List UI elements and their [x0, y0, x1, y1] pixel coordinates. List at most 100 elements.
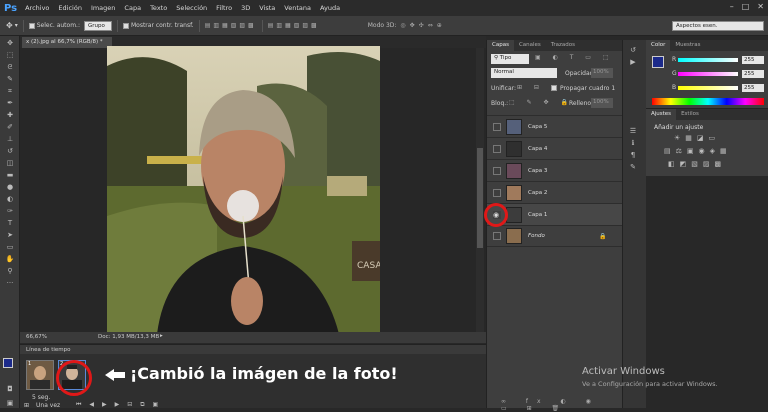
visibility-toggle[interactable] [493, 122, 501, 131]
tab-color[interactable]: Color [646, 40, 671, 51]
tab-trazados[interactable]: Trazados [546, 40, 580, 51]
move-tool-icon[interactable]: ✥ [4, 39, 16, 48]
tab-ajustes[interactable]: Ajustes [646, 109, 677, 120]
quick-mask-icon[interactable]: ◘ [4, 385, 16, 394]
menu-seleccion[interactable]: Selección [176, 4, 207, 12]
paragraph-panel-icon[interactable]: ¶ [627, 151, 639, 160]
tab-muestras[interactable]: Muestras [670, 40, 705, 51]
move-tool-icon[interactable]: ✥ [6, 21, 13, 30]
gradient-tool-icon[interactable]: ▬ [4, 171, 16, 180]
timeline-frame[interactable]: 1 [26, 360, 54, 390]
layer-name[interactable]: Capa 3 [528, 168, 547, 174]
actions-panel-icon[interactable]: ▶ [627, 58, 639, 67]
kind-filter-dropdown[interactable]: ⚲ Tipo [491, 54, 529, 64]
lock-icons[interactable]: ⬚ ✎ ✥ 🔒 [509, 99, 573, 106]
b-value[interactable]: 255 [742, 84, 764, 92]
document-photo[interactable]: CASA [107, 46, 380, 334]
clone-stamp-icon[interactable]: ⊥ [4, 135, 16, 144]
info-panel-icon[interactable]: ℹ [627, 139, 639, 148]
blur-tool-icon[interactable]: ● [4, 183, 16, 192]
opacity-input[interactable]: 100% [591, 68, 613, 78]
layer-row[interactable]: Fondo 🔒 [487, 225, 623, 247]
menu-3d[interactable]: 3D [241, 4, 250, 12]
layer-row[interactable]: Capa 5 [487, 115, 623, 137]
menu-texto[interactable]: Texto [150, 4, 167, 12]
layer-name[interactable]: Capa 4 [528, 146, 547, 152]
marquee-tool-icon[interactable]: ⬚ [4, 51, 16, 60]
3d-mode-icons[interactable]: ◎✥✣⇔⊕ [400, 22, 445, 29]
zoom-tool-icon[interactable]: ⚲ [4, 267, 16, 276]
visibility-toggle[interactable] [493, 232, 501, 240]
shape-tool-icon[interactable]: ▭ [4, 243, 16, 252]
type-tool-icon[interactable]: T [4, 219, 16, 228]
minimize-icon[interactable]: – [730, 2, 734, 11]
more-tools-icon[interactable]: ··· [4, 279, 16, 288]
history-panel-icon[interactable]: ↺ [627, 46, 639, 55]
menu-edicion[interactable]: Edición [58, 4, 82, 12]
tool-presets-icon[interactable]: ✎ [627, 163, 639, 172]
menu-capa[interactable]: Capa [124, 4, 141, 12]
path-select-icon[interactable]: ➤ [4, 231, 16, 240]
layer-row[interactable]: Capa 2 [487, 181, 623, 203]
adjustment-icons-row1[interactable]: ☀▦◪▭ [674, 134, 720, 142]
workspace-dropdown[interactable]: Aspectos esen. [672, 20, 764, 31]
b-slider[interactable] [678, 86, 738, 90]
tool-preset-chevron-icon[interactable]: ▾ [15, 22, 18, 29]
timeline-title[interactable]: Línea de tiempo [26, 347, 71, 353]
color-ramp[interactable] [652, 98, 764, 105]
show-transform-checkbox[interactable] [122, 22, 129, 29]
layer-filter-icons[interactable]: ▣ ◐ T ▭ ⬚ [535, 54, 614, 61]
menu-archivo[interactable]: Archivo [25, 4, 49, 12]
g-value[interactable]: 255 [742, 70, 764, 78]
layer-name[interactable]: Capa 5 [528, 124, 547, 130]
history-brush-icon[interactable]: ↺ [4, 147, 16, 156]
visibility-toggle[interactable] [493, 188, 501, 197]
layer-name[interactable]: Capa 1 [528, 212, 547, 218]
layer-name[interactable]: Fondo [528, 233, 545, 239]
menu-ayuda[interactable]: Ayuda [320, 4, 340, 12]
foreground-color-swatch[interactable] [3, 358, 13, 368]
fill-input[interactable]: 100% [591, 98, 613, 108]
maximize-icon[interactable]: □ [742, 2, 750, 11]
visibility-toggle[interactable] [493, 166, 501, 175]
scrollbar-thumb[interactable] [477, 148, 483, 248]
layer-name[interactable]: Capa 2 [528, 190, 547, 196]
doc-info-arrow-icon[interactable]: ▸ [160, 333, 163, 339]
adjustment-icons-row3[interactable]: ◧◩▧▨▩ [668, 160, 726, 168]
quick-select-icon[interactable]: ✎ [4, 75, 16, 84]
menu-filtro[interactable]: Filtro [216, 4, 232, 12]
screen-mode-icon[interactable]: ▣ [4, 399, 16, 408]
canvas-vertical-scrollbar[interactable] [476, 48, 484, 332]
properties-panel-icon[interactable]: ☰ [627, 127, 639, 136]
dodge-tool-icon[interactable]: ◐ [4, 195, 16, 204]
propagate-checkbox[interactable] [551, 85, 557, 91]
close-icon[interactable]: ✕ [757, 2, 764, 11]
distribute-icons[interactable]: ▤▥▦▧▨▩ [268, 22, 320, 29]
layer-row[interactable]: Capa 4 [487, 137, 623, 159]
pen-tool-icon[interactable]: ✑ [4, 207, 16, 216]
eyedropper-icon[interactable]: ✒ [4, 99, 16, 108]
eraser-icon[interactable]: ◫ [4, 159, 16, 168]
menu-ventana[interactable]: Ventana [284, 4, 311, 12]
menu-imagen[interactable]: Imagen [91, 4, 115, 12]
tab-capas[interactable]: Capas [487, 40, 514, 51]
r-slider[interactable] [678, 58, 738, 62]
zoom-level[interactable]: 66,67% [26, 334, 47, 340]
foreground-swatch[interactable] [652, 56, 664, 68]
document-tab[interactable]: x (2).jpg al 66,7% (RGB/8) * [22, 37, 112, 48]
blend-mode-dropdown[interactable]: Normal [491, 68, 557, 78]
r-value[interactable]: 255 [742, 56, 764, 64]
auto-select-checkbox[interactable] [28, 22, 35, 29]
crop-tool-icon[interactable]: ⌗ [4, 87, 16, 96]
healing-brush-icon[interactable]: ✚ [4, 111, 16, 120]
layer-row[interactable]: Capa 3 [487, 159, 623, 181]
tab-estilos[interactable]: Estilos [676, 109, 704, 120]
align-icons[interactable]: ▤▥▦▧▨▩ [205, 22, 257, 29]
g-slider[interactable] [678, 72, 738, 76]
layers-bottom-icons[interactable]: ∞ fx ◐ ◉ ▭ ⊞ 🗑 [501, 398, 622, 412]
visibility-toggle[interactable] [493, 144, 501, 153]
lasso-tool-icon[interactable]: ᘓ [4, 63, 16, 72]
group-dropdown[interactable]: Grupo [83, 20, 112, 31]
adjustment-icons-row2[interactable]: ▤⚖▣◉◈▦ [664, 147, 732, 155]
menu-vista[interactable]: Vista [259, 4, 275, 12]
